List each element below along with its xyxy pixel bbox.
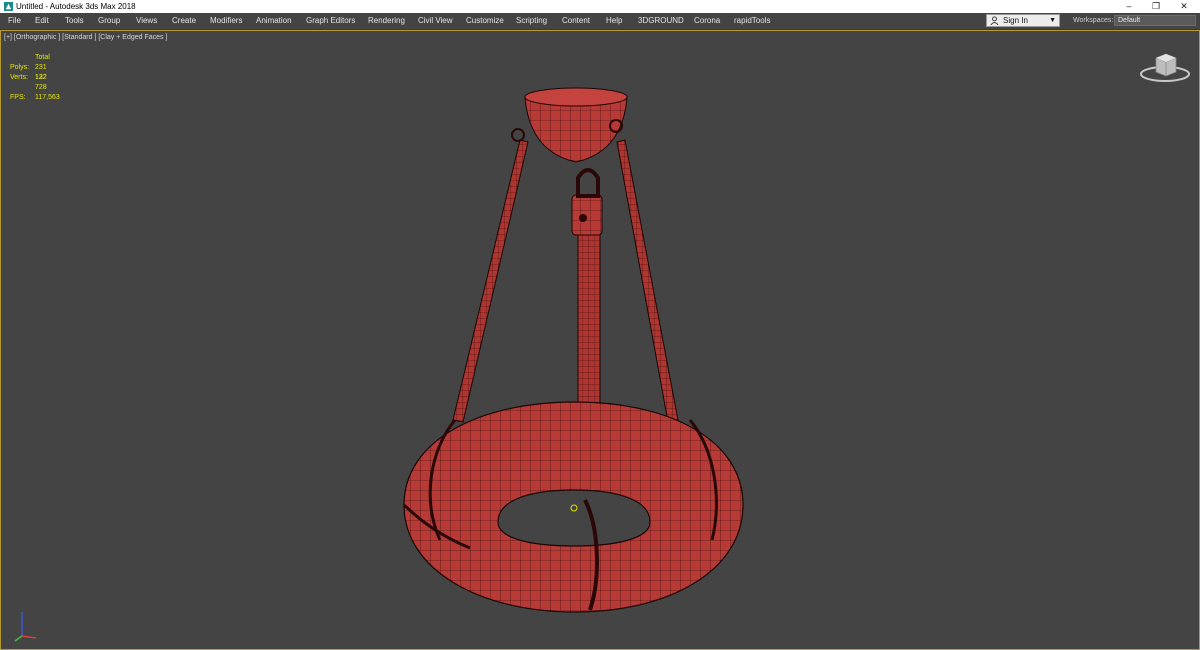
menu-tools[interactable]: Tools [65, 13, 84, 29]
menu-rendering[interactable]: Rendering [368, 13, 405, 29]
menu-group[interactable]: Group [98, 13, 120, 29]
minimize-button[interactable]: – [1115, 0, 1143, 13]
window-title: Untitled - Autodesk 3ds Max 2018 [16, 2, 136, 11]
menu-create[interactable]: Create [172, 13, 196, 29]
sign-in-dropdown[interactable]: Sign In ▼ [986, 14, 1060, 27]
viewcube-icon[interactable] [1138, 50, 1192, 86]
verts-label: Verts: [10, 74, 28, 81]
menu-graph-editors[interactable]: Graph Editors [306, 13, 355, 29]
swing-model[interactable] [380, 80, 770, 620]
axis-tripod-icon [14, 612, 37, 642]
fps-label: FPS: [10, 94, 26, 101]
app-icon [4, 2, 13, 11]
menu-rapidtools[interactable]: rapidTools [734, 13, 770, 29]
verts-value: 122 728 [35, 74, 47, 91]
close-button[interactable]: ✕ [1170, 0, 1198, 13]
menu-civil-view[interactable]: Civil View [418, 13, 453, 29]
menu-content[interactable]: Content [562, 13, 590, 29]
menu-customize[interactable]: Customize [466, 13, 504, 29]
user-icon [990, 16, 999, 25]
menu-scripting[interactable]: Scripting [516, 13, 547, 29]
menu-3dground[interactable]: 3DGROUND [638, 13, 684, 29]
stats-total-header: Total [35, 54, 50, 61]
menu-views[interactable]: Views [136, 13, 157, 29]
menu-file[interactable]: File [8, 13, 21, 29]
viewport-label[interactable]: [+] [Orthographic ] [Standard ] [Clay + … [4, 34, 167, 41]
workspaces-label: Workspaces: [1073, 17, 1114, 24]
menu-animation[interactable]: Animation [256, 13, 292, 29]
workspace-select[interactable]: Default [1114, 15, 1196, 26]
fps-value: 117,563 [35, 94, 60, 101]
chevron-down-icon: ▼ [1049, 17, 1056, 24]
sign-in-label: Sign In [1003, 16, 1028, 25]
title-bar: Untitled - Autodesk 3ds Max 2018 – ❐ ✕ [0, 0, 1200, 13]
maximize-button[interactable]: ❐ [1142, 0, 1170, 13]
menu-help[interactable]: Help [606, 13, 622, 29]
menu-modifiers[interactable]: Modifiers [210, 13, 242, 29]
polys-label: Polys: [10, 64, 30, 71]
menu-edit[interactable]: Edit [35, 13, 49, 29]
menu-corona[interactable]: Corona [694, 13, 720, 29]
